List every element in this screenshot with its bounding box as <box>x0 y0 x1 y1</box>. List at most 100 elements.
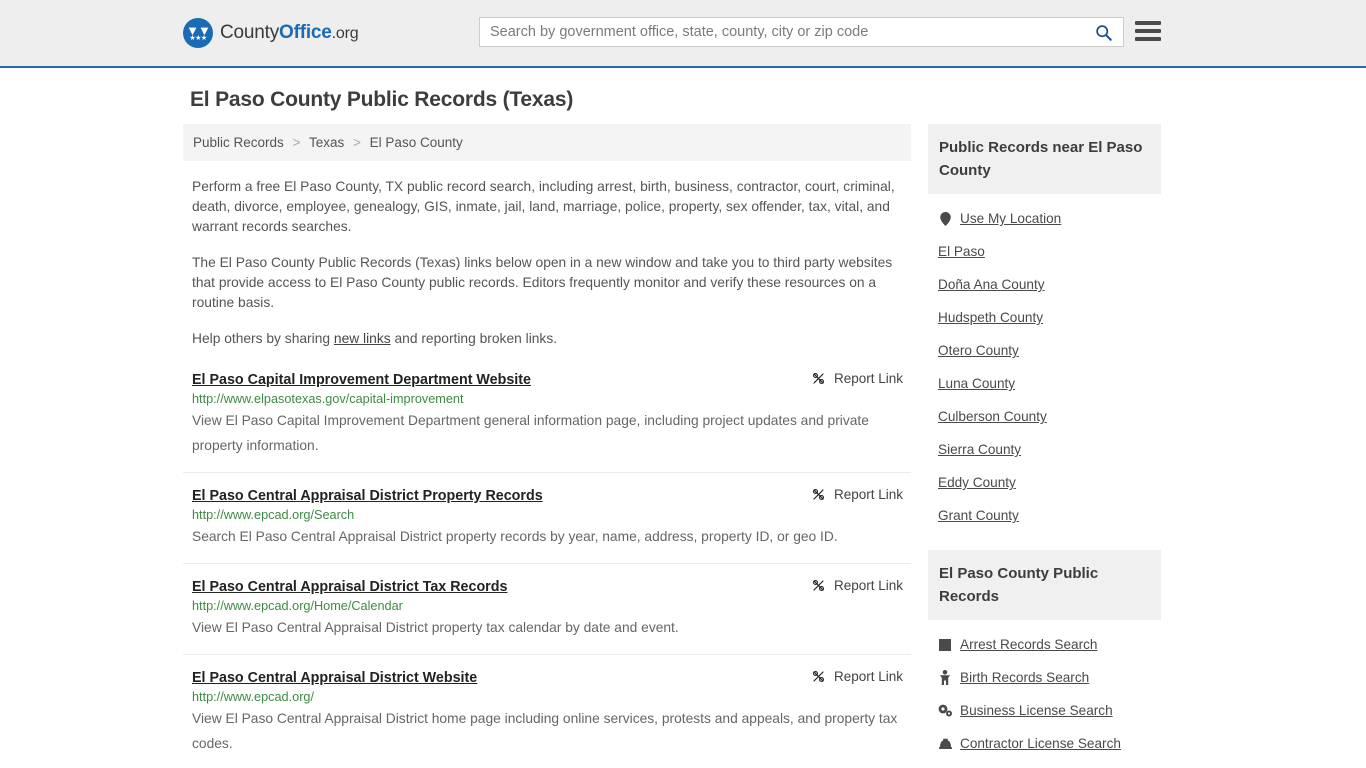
record-link-title[interactable]: El Paso Central Appraisal District Tax R… <box>192 579 507 595</box>
breadcrumb-item-2[interactable]: El Paso County <box>370 135 463 150</box>
sidebar-nearby-link[interactable]: Eddy County <box>938 475 1016 490</box>
sidebar-nearby-item[interactable]: Use My Location <box>928 202 1161 235</box>
intro-paragraph-2: The El Paso County Public Records (Texas… <box>192 255 893 310</box>
brand-part-1: County <box>220 22 280 43</box>
hard-hat-icon <box>938 737 952 751</box>
sidebar-nearby-link[interactable]: Otero County <box>938 343 1019 358</box>
breadcrumb: Public Records > Texas > El Paso County <box>183 124 911 161</box>
sidebar-nearby-item[interactable]: El Paso <box>928 235 1161 268</box>
square-icon <box>939 638 951 651</box>
breadcrumb-separator: > <box>292 135 301 150</box>
broken-link-icon <box>812 579 824 592</box>
sidebar-records-item[interactable]: Arrest Records Search <box>928 628 1161 661</box>
baby-icon <box>938 670 952 685</box>
intro-paragraph-1: Perform a free El Paso County, TX public… <box>192 179 895 234</box>
intro-paragraph-3-after: and reporting broken links. <box>390 331 558 346</box>
record-link-description: View El Paso Central Appraisal District … <box>192 711 898 751</box>
search-bar <box>479 17 1124 47</box>
sidebar-section-nearby: Public Records near El Paso County Use M… <box>928 124 1161 532</box>
record-link-url: http://www.elpasotexas.gov/capital-impro… <box>192 392 464 406</box>
sidebar-nearby-item[interactable]: Doña Ana County <box>928 268 1161 301</box>
gears-icon <box>938 704 952 718</box>
record-link-entry: El Paso Central Appraisal District Prope… <box>183 487 911 564</box>
sidebar-records-link[interactable]: Business License Search <box>960 703 1113 718</box>
sidebar-nearby-item[interactable]: Grant County <box>928 499 1161 532</box>
sidebar-records-link[interactable]: Arrest Records Search <box>960 637 1098 652</box>
report-link-button[interactable]: Report Link <box>811 578 903 593</box>
sidebar-nearby-link[interactable]: Sierra County <box>938 442 1021 457</box>
site-logo[interactable]: ▼▼ ★★★ CountyOffice.org <box>183 18 359 48</box>
report-link-label: Report Link <box>833 669 903 684</box>
intro-paragraph-3-before: Help others by sharing <box>192 331 334 346</box>
sidebar-nearby-link[interactable]: Doña Ana County <box>938 277 1045 292</box>
sidebar-records-link[interactable]: Birth Records Search <box>960 670 1089 685</box>
report-link-button[interactable]: Report Link <box>811 487 903 502</box>
brand-wordmark: CountyOffice.org <box>220 22 359 44</box>
record-link-description: Search El Paso Central Appraisal Distric… <box>192 529 838 544</box>
sidebar-records-item[interactable]: Contractor License Search <box>928 727 1161 760</box>
sidebar-nearby-link[interactable]: Culberson County <box>938 409 1047 424</box>
record-link-url: http://www.epcad.org/ <box>192 690 315 704</box>
report-link-button[interactable]: Report Link <box>811 371 903 386</box>
sidebar-nearby-link[interactable]: El Paso <box>938 244 985 259</box>
sidebar-nearby-item[interactable]: Sierra County <box>928 433 1161 466</box>
main-content: Public Records > Texas > El Paso County … <box>183 124 911 768</box>
record-link-title[interactable]: El Paso Central Appraisal District Websi… <box>192 670 477 686</box>
site-header: ▼▼ ★★★ CountyOffice.org <box>0 0 1366 68</box>
intro-paragraph-3: Help others by sharing new links and rep… <box>192 329 908 349</box>
report-link-label: Report Link <box>833 487 903 502</box>
sidebar-nearby-item[interactable]: Otero County <box>928 334 1161 367</box>
breadcrumb-separator: > <box>353 135 361 150</box>
intro-text: Perform a free El Paso County, TX public… <box>183 177 911 349</box>
breadcrumb-item-0[interactable]: Public Records <box>193 135 284 150</box>
broken-link-icon <box>812 372 824 385</box>
map-pin-icon <box>939 211 951 226</box>
sidebar-records-list: Arrest Records Search Birth Records Searc… <box>928 620 1161 760</box>
sidebar-nearby-item[interactable]: Luna County <box>928 367 1161 400</box>
search-icon <box>1095 24 1112 41</box>
page-container: El Paso County Public Records (Texas) Pu… <box>183 68 1183 768</box>
record-link-url: http://www.epcad.org/Search <box>192 508 355 522</box>
brand-part-3: .org <box>331 25 359 42</box>
page-title: El Paso County Public Records (Texas) <box>190 88 574 111</box>
broken-link-icon <box>812 488 824 501</box>
sidebar: Public Records near El Paso County Use M… <box>928 124 1161 768</box>
record-link-description: View El Paso Central Appraisal District … <box>192 620 679 635</box>
brand-part-2: Office <box>279 22 332 43</box>
new-links-link[interactable]: new links <box>334 331 391 346</box>
sidebar-records-item[interactable]: Business License Search <box>928 694 1161 727</box>
hamburger-menu-icon[interactable] <box>1135 19 1161 43</box>
sidebar-nearby-link[interactable]: Use My Location <box>960 211 1061 226</box>
sidebar-nearby-heading: Public Records near El Paso County <box>928 124 1161 194</box>
record-link-title[interactable]: El Paso Central Appraisal District Prope… <box>192 488 543 504</box>
record-link-entry: El Paso Central Appraisal District Websi… <box>183 669 911 768</box>
search-input[interactable] <box>480 18 1083 46</box>
sidebar-nearby-link[interactable]: Luna County <box>938 376 1015 391</box>
sidebar-records-item[interactable]: Birth Records Search <box>928 661 1161 694</box>
record-link-title[interactable]: El Paso Capital Improvement Department W… <box>192 372 531 388</box>
square-icon <box>938 638 952 652</box>
sidebar-nearby-link[interactable]: Grant County <box>938 508 1019 523</box>
sidebar-records-link[interactable]: Contractor License Search <box>960 736 1121 751</box>
report-link-label: Report Link <box>833 371 903 386</box>
record-link-description: View El Paso Capital Improvement Departm… <box>192 413 869 453</box>
sidebar-nearby-item[interactable]: Hudspeth County <box>928 301 1161 334</box>
sidebar-records-heading: El Paso County Public Records <box>928 550 1161 620</box>
baby-icon <box>940 670 950 685</box>
report-link-button[interactable]: Report Link <box>811 669 903 684</box>
record-link-entry: El Paso Central Appraisal District Tax R… <box>183 578 911 655</box>
sidebar-nearby-item[interactable]: Culberson County <box>928 400 1161 433</box>
broken-link-icon <box>812 670 824 683</box>
hard-hat-icon <box>938 738 952 749</box>
sidebar-nearby-item[interactable]: Eddy County <box>928 466 1161 499</box>
sidebar-nearby-list: Use My Location El Paso Doña Ana County Hud… <box>928 194 1161 532</box>
breadcrumb-item-1[interactable]: Texas <box>309 135 344 150</box>
record-links-list: El Paso Capital Improvement Department W… <box>183 371 911 768</box>
gears-icon <box>938 704 952 717</box>
search-button[interactable] <box>1083 18 1123 46</box>
report-link-label: Report Link <box>833 578 903 593</box>
record-link-entry: El Paso Capital Improvement Department W… <box>183 371 911 473</box>
sidebar-nearby-link[interactable]: Hudspeth County <box>938 310 1043 325</box>
eagle-seal-icon: ▼▼ ★★★ <box>183 18 213 48</box>
record-link-url: http://www.epcad.org/Home/Calendar <box>192 599 403 613</box>
